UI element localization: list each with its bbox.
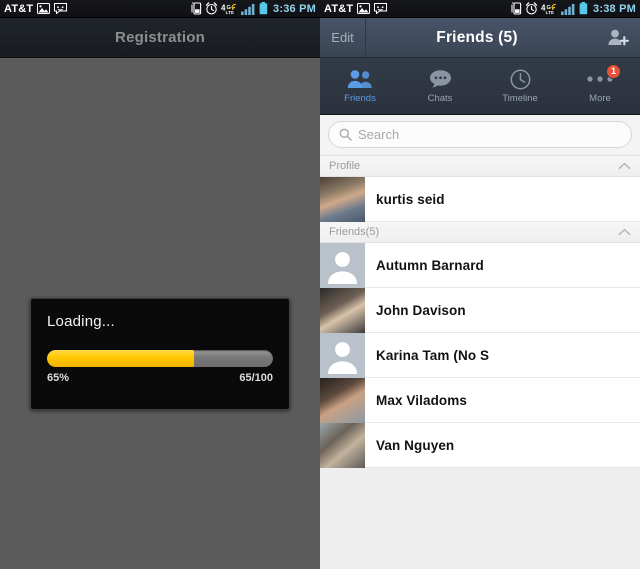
signal-icon [241, 3, 256, 15]
section-header-friends[interactable]: Friends(5) [320, 222, 640, 243]
status-left-group: AT&T [324, 2, 388, 15]
list-item[interactable]: Van Nguyen [320, 422, 640, 468]
search-placeholder: Search [358, 127, 400, 142]
status-right-group: 4 G LTE 3:36 PM [191, 2, 316, 15]
list-item-label: Autumn Barnard [376, 257, 484, 273]
tab-chats[interactable]: Chats [400, 58, 480, 114]
dual-screenshot-stage: AT&T 4 G LTE 3:36 PM Registration Loadin… [0, 0, 640, 569]
list-item-label: Max Viladoms [376, 392, 467, 408]
svg-text:LTE: LTE [226, 10, 235, 15]
list-item[interactable]: Autumn Barnard [320, 242, 640, 288]
message-icon [374, 3, 388, 14]
avatar-photo [320, 377, 365, 423]
carrier-label: AT&T [324, 2, 354, 15]
image-icon [357, 3, 371, 14]
progress-count-label: 65/100 [239, 372, 273, 384]
tab-label: More [589, 93, 611, 104]
carrier-label: AT&T [4, 2, 34, 15]
right-status-bar: AT&T 4 G LTE 3:38 PM [320, 0, 640, 18]
search-container: Search [320, 115, 640, 156]
battery-icon [579, 2, 588, 15]
avatar [320, 176, 365, 222]
friends-list: Profile kurtis seid Friends(5) Autumn Bar… [320, 156, 640, 468]
list-item-label: Van Nguyen [376, 437, 455, 453]
friends-header: Edit Friends (5) [320, 18, 640, 58]
tab-label: Friends [344, 93, 376, 104]
tab-more[interactable]: More 1 [560, 58, 640, 114]
progress-percent-label: 65% [47, 372, 70, 384]
svg-text:LTE: LTE [546, 10, 555, 15]
list-item[interactable]: John Davison [320, 287, 640, 333]
search-icon [339, 128, 352, 141]
alarm-icon [205, 2, 218, 15]
battery-icon [259, 2, 268, 15]
clock-icon [510, 68, 531, 90]
right-phone-panel: AT&T 4 G LTE 3:38 PM Edit Friends (5) Fr… [320, 0, 640, 569]
progress-bar-fill [47, 350, 194, 367]
avatar-photo [320, 176, 365, 222]
left-status-bar: AT&T 4 G LTE 3:36 PM [0, 0, 320, 18]
chevron-up-icon[interactable] [618, 157, 631, 175]
image-icon [37, 3, 51, 14]
tab-timeline[interactable]: Timeline [480, 58, 560, 114]
status-left-group: AT&T [4, 2, 68, 15]
avatar [320, 242, 365, 288]
list-item-label: John Davison [376, 302, 466, 318]
4glte-icon: 4 G LTE [221, 2, 238, 15]
status-time: 3:38 PM [593, 2, 636, 15]
list-item-label: kurtis seid [376, 191, 445, 207]
section-label: Profile [329, 160, 361, 172]
section-label: Friends(5) [329, 226, 380, 238]
list-item[interactable]: Max Viladoms [320, 377, 640, 423]
avatar [320, 332, 365, 378]
status-right-group: 4 G LTE 3:38 PM [511, 2, 636, 15]
progress-labels: 65% 65/100 [47, 372, 273, 384]
avatar [320, 377, 365, 423]
vibrate-icon [191, 2, 202, 15]
tab-friends[interactable]: Friends [320, 58, 400, 114]
add-person-icon[interactable] [596, 18, 640, 57]
vibrate-icon [511, 2, 522, 15]
search-input[interactable]: Search [328, 121, 632, 148]
status-time: 3:36 PM [273, 2, 316, 15]
tab-badge: 1 [606, 64, 621, 79]
signal-icon [561, 3, 576, 15]
tab-label: Chats [427, 93, 453, 104]
4glte-icon: 4 G LTE [541, 2, 558, 15]
bottom-tab-bar: Friends Chats Timeline More 1 [320, 58, 640, 115]
list-item[interactable]: Karina Tam (No S [320, 332, 640, 378]
chat-bubble-icon [429, 68, 452, 90]
list-item-label: Karina Tam (No S [376, 347, 490, 363]
avatar-photo [320, 287, 365, 333]
registration-header: Registration [0, 18, 320, 58]
page-title: Registration [115, 29, 205, 46]
avatar [320, 422, 365, 468]
list-item[interactable]: kurtis seid [320, 176, 640, 222]
avatar-photo [320, 422, 365, 468]
tab-label: Timeline [502, 93, 538, 104]
registration-body: Loading... 65% 65/100 [0, 59, 320, 569]
loading-dialog-title: Loading... [47, 313, 115, 330]
friends-icon [347, 68, 373, 90]
left-phone-panel: AT&T 4 G LTE 3:36 PM Registration Loadin… [0, 0, 320, 569]
section-header-profile[interactable]: Profile [320, 156, 640, 177]
progress-bar-track [47, 350, 273, 367]
loading-dialog: Loading... 65% 65/100 [30, 298, 290, 410]
avatar [320, 287, 365, 333]
page-title: Friends (5) [436, 28, 518, 46]
message-icon [54, 3, 68, 14]
chevron-up-icon[interactable] [618, 223, 631, 241]
alarm-icon [525, 2, 538, 15]
